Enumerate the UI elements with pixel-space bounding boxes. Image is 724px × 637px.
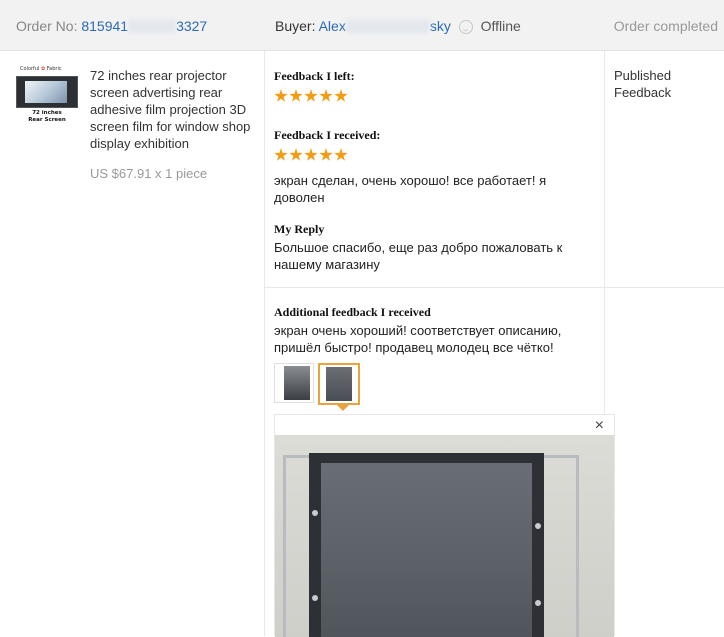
star-icon [274,148,288,161]
enlarged-photo [275,435,614,637]
selected-photo-pointer [337,405,349,411]
my-reply-text: Большое спасибо, еще раз добро пожаловат… [274,240,563,272]
additional-feedback-text: экран очень хороший! соответствует описа… [274,323,562,355]
buyer-name-link[interactable]: Alex sky [319,18,451,34]
order-status: Order completed [613,18,718,34]
feedback-left-heading: Feedback I left: [274,69,355,83]
feedback-left-rating [274,89,348,105]
close-icon[interactable]: × [595,418,604,434]
feedback-photo-thumb-selected[interactable] [318,363,360,405]
buyer-info: Buyer: Alex sky Offline [275,18,521,34]
star-icon [289,89,303,102]
thumbnail-brand: Colorful ✿ Fabric [20,66,62,72]
order-label: Order No: [16,18,78,34]
thumbnail-screen-image [16,76,78,108]
feedback-received-rating [274,148,348,164]
thumbnail-caption: 72 inches Rear Screen [28,110,66,123]
photo-screen-film [309,453,544,637]
photo-screen-border [532,453,544,637]
star-icon [334,89,348,102]
buyer-label: Buyer: [275,18,316,34]
star-icon [289,148,303,161]
order-header: Order No: 815941 3327 Buyer: Alex sky Offl… [0,0,724,51]
additional-feedback-heading: Additional feedback I received [274,305,431,319]
photo-image [326,367,352,401]
photo-viewer: × [274,414,615,637]
star-icon [304,89,318,102]
photo-grommet [312,595,318,601]
photo-grommet [535,600,541,606]
feedback-received-heading: Feedback I received: [274,128,381,142]
order-number-value[interactable]: 815941 3327 [81,18,207,34]
photo-image [284,366,310,400]
buyer-status: Offline [480,18,521,34]
photo-screen-border [309,453,544,463]
redaction-blur [345,19,430,33]
product-thumbnail[interactable]: Colorful ✿ Fabric 72 inches Rear Screen [16,66,78,128]
feedback-photo-thumb[interactable] [274,363,314,403]
photo-grommet [535,523,541,529]
row-divider [264,287,724,288]
chat-icon[interactable] [458,20,473,34]
feedback-photo-strip [274,363,360,405]
star-icon [319,89,333,102]
my-reply-heading: My Reply [274,222,325,236]
published-feedback-status: Published Feedback [614,68,672,100]
photo-screen-border [309,453,321,637]
feedback-received-text: экран сделан, очень хорошо! все работает… [274,173,547,205]
star-icon [334,148,348,161]
star-icon [274,89,288,102]
photo-grommet [312,510,318,516]
star-icon [319,148,333,161]
order-number: Order No: 815941 3327 [16,18,207,34]
product-price: US $67.91 x 1 piece [90,166,208,181]
star-icon [304,148,318,161]
redaction-blur [128,19,177,33]
product-title-link[interactable]: 72 inches rear projector screen advertis… [90,67,260,152]
column-divider [264,51,265,636]
